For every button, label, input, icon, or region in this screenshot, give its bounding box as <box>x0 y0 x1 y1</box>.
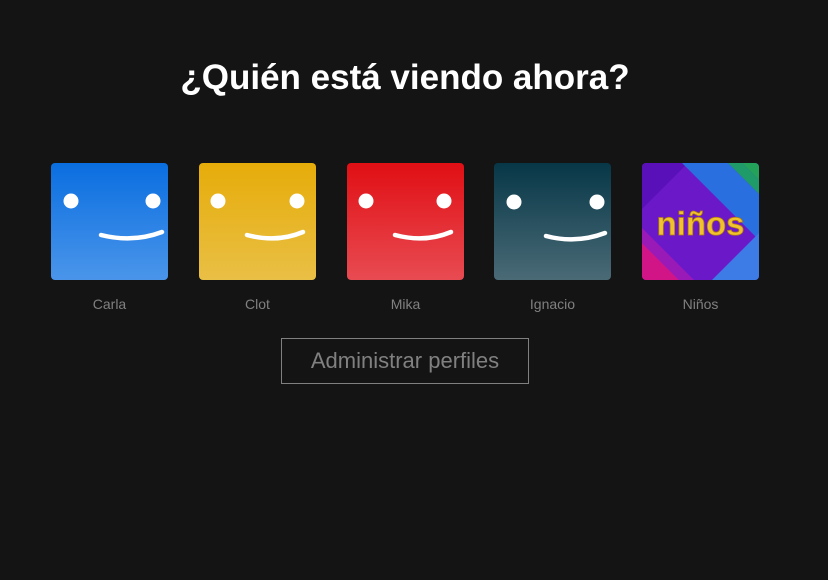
smiley-icon <box>347 163 464 280</box>
avatar[interactable] <box>494 163 611 280</box>
avatar[interactable] <box>199 163 316 280</box>
profile-mika[interactable]: Mika <box>347 163 464 312</box>
avatar[interactable]: niños <box>642 163 759 280</box>
smiley-icon <box>51 163 168 280</box>
profile-carla[interactable]: Carla <box>51 163 168 312</box>
avatar[interactable] <box>347 163 464 280</box>
profile-name: Ignacio <box>529 296 576 312</box>
page-title: ¿Quién está viendo ahora? <box>180 58 630 97</box>
profile-name: Clot <box>245 296 270 312</box>
profile-ninos[interactable]: niños Niños <box>642 163 759 312</box>
profile-name: Carla <box>92 296 127 312</box>
smiley-icon <box>199 163 316 280</box>
kids-logo-text: niños <box>657 205 745 242</box>
profile-clot[interactable]: Clot <box>199 163 316 312</box>
smiley-icon <box>494 163 611 280</box>
profile-name: Mika <box>390 296 421 312</box>
kids-logo-icon: niños <box>642 163 759 280</box>
avatar[interactable] <box>51 163 168 280</box>
profile-gate-page: ¿Quién está viendo ahora? Carla Clot Mik… <box>0 0 828 580</box>
profile-name: Niños <box>682 296 719 312</box>
manage-profiles-button[interactable]: Administrar perfiles <box>281 338 529 384</box>
profile-ignacio[interactable]: Ignacio <box>494 163 611 312</box>
profile-list: Carla Clot Mika Ignacio niños Niños <box>51 163 781 323</box>
